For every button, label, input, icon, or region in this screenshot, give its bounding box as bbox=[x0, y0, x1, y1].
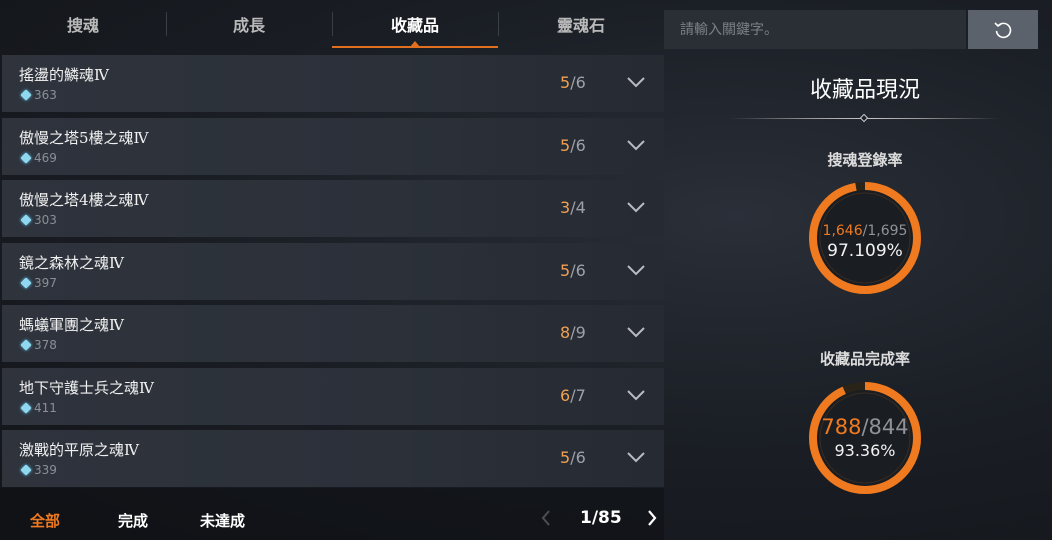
soul-gem-icon bbox=[20, 276, 32, 289]
collection-progress: 5/6 bbox=[560, 260, 586, 280]
collection-progress: 6/7 bbox=[560, 385, 586, 405]
filter-bar: 全部 完成 未達成 1/85 bbox=[0, 488, 664, 540]
collection-row[interactable]: 搖盪的鱗魂Ⅳ 363 5/6 bbox=[2, 55, 664, 112]
collection-points: 469 bbox=[20, 150, 57, 165]
collection-progress: 5/6 bbox=[560, 448, 586, 467]
collection-title: 傲慢之塔4樓之魂Ⅳ bbox=[19, 191, 149, 209]
soul-total: 1,695 bbox=[867, 223, 908, 239]
soul-gem-icon bbox=[20, 339, 32, 351]
chevron-down-icon[interactable] bbox=[626, 388, 646, 402]
collection-points: 411 bbox=[20, 400, 57, 415]
chevron-right-icon[interactable] bbox=[646, 508, 658, 528]
collection-title: 激戰的平原之魂Ⅳ bbox=[19, 441, 139, 459]
points-value: 411 bbox=[34, 400, 57, 415]
points-value: 363 bbox=[34, 88, 57, 102]
progress-current: 3 bbox=[560, 198, 571, 217]
soul-gem-icon bbox=[20, 401, 32, 414]
collection-current: 788 bbox=[821, 415, 862, 439]
collection-completion-fraction: 788/844 bbox=[821, 415, 909, 439]
collection-progress: 5/6 bbox=[560, 73, 586, 92]
collection-row[interactable]: 鏡之森林之魂Ⅳ 397 5/6 bbox=[2, 242, 664, 300]
collection-row[interactable]: 地下守護士兵之魂Ⅳ 411 6/7 bbox=[2, 367, 664, 425]
filter-completed[interactable]: 完成 bbox=[118, 510, 148, 531]
collection-completion-percent: 93.36% bbox=[834, 441, 896, 460]
collection-total: 844 bbox=[868, 415, 909, 439]
progress-total: 7 bbox=[575, 385, 586, 405]
tab-label: 靈魂石 bbox=[556, 16, 605, 35]
collection-title: 鏡之森林之魂Ⅳ bbox=[19, 253, 124, 272]
search-input[interactable] bbox=[664, 10, 966, 49]
points-value: 378 bbox=[34, 338, 57, 352]
progress-total: 6 bbox=[575, 135, 586, 155]
collection-points: 397 bbox=[20, 275, 57, 290]
chevron-down-icon[interactable] bbox=[626, 325, 646, 339]
progress-current: 5 bbox=[560, 448, 571, 467]
filter-incomplete[interactable]: 未達成 bbox=[200, 510, 245, 531]
points-value: 303 bbox=[34, 213, 57, 227]
chevron-down-icon[interactable] bbox=[626, 75, 646, 89]
collection-progress: 3/4 bbox=[560, 198, 586, 217]
soul-registration-value: 1,646/1,695 97.109% bbox=[808, 223, 922, 261]
collection-points: 303 bbox=[20, 213, 57, 227]
tab-soul-search[interactable]: 搜魂 bbox=[0, 0, 166, 48]
collection-points: 363 bbox=[20, 88, 57, 102]
collection-row[interactable]: 傲慢之塔5樓之魂Ⅳ 469 5/6 bbox=[2, 117, 664, 175]
progress-total: 6 bbox=[575, 73, 586, 92]
soul-gem-icon bbox=[20, 89, 32, 101]
tab-label: 搜魂 bbox=[66, 16, 99, 35]
chevron-down-icon[interactable] bbox=[626, 263, 646, 277]
progress-current: 5 bbox=[560, 260, 571, 280]
soul-registration-fraction: 1,646/1,695 bbox=[822, 223, 908, 239]
tab-label: 成長 bbox=[232, 16, 265, 35]
tab-active-marker bbox=[410, 41, 420, 47]
progress-total: 9 bbox=[575, 323, 586, 342]
collection-row[interactable]: 傲慢之塔4樓之魂Ⅳ 303 3/4 bbox=[2, 180, 664, 237]
points-value: 339 bbox=[34, 463, 57, 477]
collection-title: 搖盪的鱗魂Ⅳ bbox=[19, 66, 109, 84]
soul-gem-icon bbox=[20, 214, 32, 226]
tab-soul-stone[interactable]: 靈魂石 bbox=[498, 0, 664, 48]
collection-list: 搖盪的鱗魂Ⅳ 363 5/6 傲慢之塔5樓之魂Ⅳ 469 5/6 傲慢之塔4樓之… bbox=[2, 55, 664, 493]
collection-title: 傲慢之塔5樓之魂Ⅳ bbox=[19, 128, 149, 147]
soul-gem-icon bbox=[20, 151, 32, 164]
category-tabs: 搜魂 成長 收藏品 靈魂石 bbox=[0, 0, 664, 48]
refresh-button[interactable] bbox=[968, 10, 1038, 49]
tab-growth[interactable]: 成長 bbox=[166, 0, 332, 48]
soul-registration-percent: 97.109% bbox=[827, 241, 903, 261]
collection-progress: 8/9 bbox=[560, 323, 586, 342]
refresh-icon bbox=[994, 21, 1012, 38]
soul-current: 1,646 bbox=[822, 223, 863, 239]
chevron-down-icon[interactable] bbox=[626, 450, 646, 464]
points-value: 397 bbox=[34, 275, 57, 290]
search-box bbox=[664, 10, 966, 49]
tab-label: 收藏品 bbox=[390, 16, 439, 35]
progress-current: 5 bbox=[560, 135, 571, 155]
progress-total: 6 bbox=[575, 260, 586, 280]
collection-title: 地下守護士兵之魂Ⅳ bbox=[19, 378, 154, 397]
collection-row[interactable]: 激戰的平原之魂Ⅳ 339 5/6 bbox=[2, 430, 664, 487]
chevron-down-icon[interactable] bbox=[626, 200, 646, 214]
collection-completion-label: 收藏品完成率 bbox=[819, 350, 910, 368]
progress-current: 5 bbox=[560, 73, 571, 92]
collection-title: 螞蟻軍團之魂Ⅳ bbox=[19, 316, 124, 334]
collection-points: 339 bbox=[20, 463, 57, 477]
soul-gem-icon bbox=[20, 464, 32, 476]
divider-ornament bbox=[859, 113, 869, 123]
chevron-left-icon[interactable] bbox=[540, 508, 552, 528]
progress-current: 6 bbox=[560, 385, 571, 405]
soul-registration-label: 搜魂登錄率 bbox=[827, 151, 903, 169]
progress-total: 6 bbox=[575, 448, 586, 467]
collection-points: 378 bbox=[20, 338, 57, 352]
chevron-down-icon[interactable] bbox=[626, 138, 646, 152]
collection-row[interactable]: 螞蟻軍團之魂Ⅳ 378 8/9 bbox=[2, 305, 664, 362]
tab-collection[interactable]: 收藏品 bbox=[332, 0, 498, 48]
progress-total: 4 bbox=[575, 198, 586, 217]
panel-title: 收藏品現況 bbox=[809, 78, 920, 103]
progress-current: 8 bbox=[560, 323, 571, 342]
collection-progress: 5/6 bbox=[560, 135, 586, 155]
collection-completion-value: 788/844 93.36% bbox=[808, 415, 922, 460]
filter-all[interactable]: 全部 bbox=[30, 510, 60, 531]
points-value: 469 bbox=[34, 150, 57, 165]
page-indicator: 1/85 bbox=[580, 508, 622, 528]
